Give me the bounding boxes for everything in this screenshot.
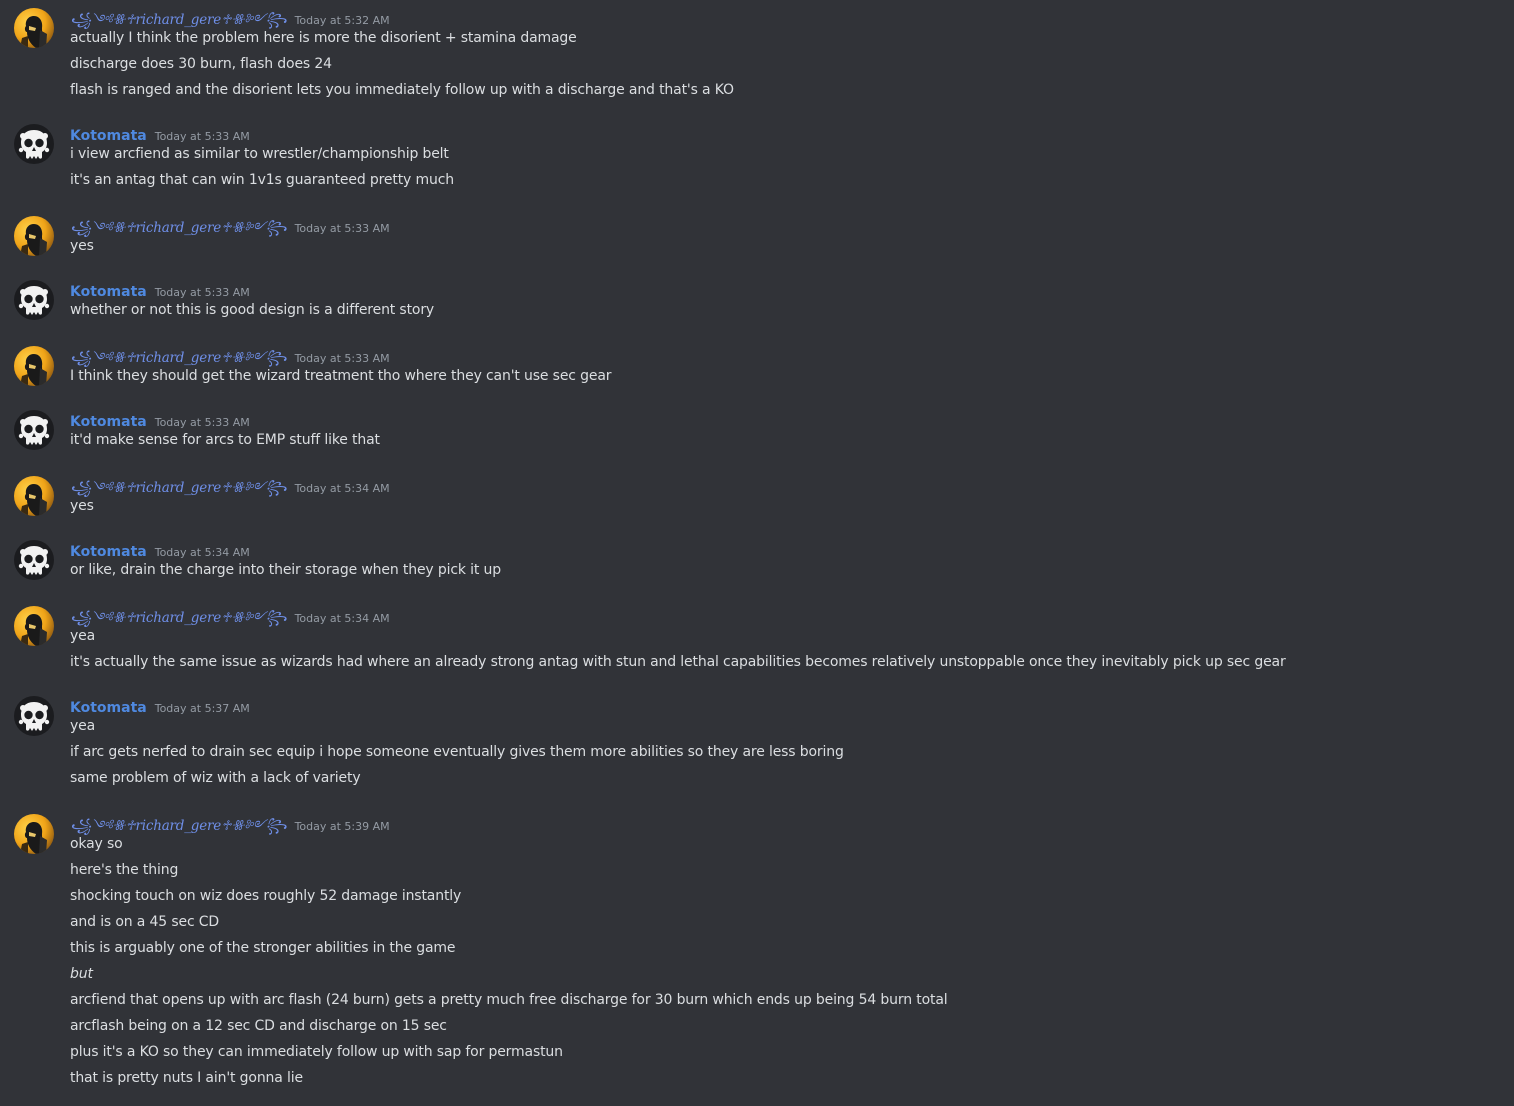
message-line: it's actually the same issue as wizards … xyxy=(70,654,1286,670)
message-line: if arc gets nerfed to drain sec equip i … xyxy=(70,744,844,760)
message-line: that is pretty nuts I ain't gonna lie xyxy=(70,1070,303,1086)
message-line: yea xyxy=(70,628,96,644)
message-line: flash is ranged and the disorient lets y… xyxy=(70,82,734,98)
message-content: I think they should get the wizard treat… xyxy=(70,363,612,389)
skull-avatar[interactable] xyxy=(14,696,54,736)
richard-avatar[interactable] xyxy=(14,346,54,386)
message-header: ꧁༺ꗥ♱richard_gere♱ꗥ༻꧂ Today at 5:33 AM xyxy=(70,216,390,238)
message-line: same problem of wiz with a lack of varie… xyxy=(70,770,361,786)
message-content: it'd make sense for arcs to EMP stuff li… xyxy=(70,427,380,453)
message-line: shocking touch on wiz does roughly 52 da… xyxy=(70,888,462,904)
message-line: discharge does 30 burn, flash does 24 xyxy=(70,56,332,72)
message-line: it'd make sense for arcs to EMP stuff li… xyxy=(70,432,380,448)
message-line: or like, drain the charge into their sto… xyxy=(70,562,501,578)
message-line: and is on a 45 sec CD xyxy=(70,914,220,930)
message-content: or like, drain the charge into their sto… xyxy=(70,557,501,583)
message-content: actually I think the problem here is mor… xyxy=(70,25,734,103)
message-line: yea xyxy=(70,718,96,734)
username[interactable]: ꧁༺ꗥ♱richard_gere♱ꗥ༻꧂ xyxy=(70,220,287,236)
message-line: whether or not this is good design is a … xyxy=(70,302,435,318)
message-content: i view arcfiend as similar to wrestler/c… xyxy=(70,141,454,193)
message-header: ꧁༺ꗥ♱richard_gere♱ꗥ༻꧂ Today at 5:34 AM xyxy=(70,476,390,498)
skull-avatar[interactable] xyxy=(14,280,54,320)
richard-avatar[interactable] xyxy=(14,476,54,516)
message-line: this is arguably one of the stronger abi… xyxy=(70,940,456,956)
message-timestamp[interactable]: Today at 5:33 AM xyxy=(295,222,390,235)
message-line: actually I think the problem here is mor… xyxy=(70,30,577,46)
richard-avatar[interactable] xyxy=(14,814,54,854)
skull-avatar[interactable] xyxy=(14,410,54,450)
message-line: plus it's a KO so they can immediately f… xyxy=(70,1044,563,1060)
chat-messages: ꧁༺ꗥ♱richard_gere♱ꗥ༻꧂ Today at 5:32 AM actu… xyxy=(0,0,1514,1106)
message-content: yea if arc gets nerfed to drain sec equip… xyxy=(70,713,844,791)
message-line: arcflash being on a 12 sec CD and discha… xyxy=(70,1018,447,1034)
richard-avatar[interactable] xyxy=(14,8,54,48)
skull-avatar[interactable] xyxy=(14,540,54,580)
message-line: it's an antag that can win 1v1s guarante… xyxy=(70,172,454,188)
message-line: i view arcfiend as similar to wrestler/c… xyxy=(70,146,449,162)
message-content: okay so here's the thing shocking touch on… xyxy=(70,831,948,1091)
message-line: here's the thing xyxy=(70,862,179,878)
message-content: whether or not this is good design is a … xyxy=(70,297,434,323)
message-content: yes xyxy=(70,233,94,259)
message-line: I think they should get the wizard treat… xyxy=(70,368,612,384)
message-line: okay so xyxy=(70,836,123,852)
message-line: but xyxy=(70,966,93,982)
message-content: yea it's actually the same issue as wizar… xyxy=(70,623,1286,675)
message-content: yes xyxy=(70,493,94,519)
message-line: arcfiend that opens up with arc flash (2… xyxy=(70,992,948,1008)
message-line: yes xyxy=(70,238,94,254)
message-timestamp[interactable]: Today at 5:34 AM xyxy=(295,482,390,495)
richard-avatar[interactable] xyxy=(14,216,54,256)
message-line: yes xyxy=(70,498,94,514)
richard-avatar[interactable] xyxy=(14,606,54,646)
username[interactable]: ꧁༺ꗥ♱richard_gere♱ꗥ༻꧂ xyxy=(70,480,287,496)
skull-avatar[interactable] xyxy=(14,124,54,164)
